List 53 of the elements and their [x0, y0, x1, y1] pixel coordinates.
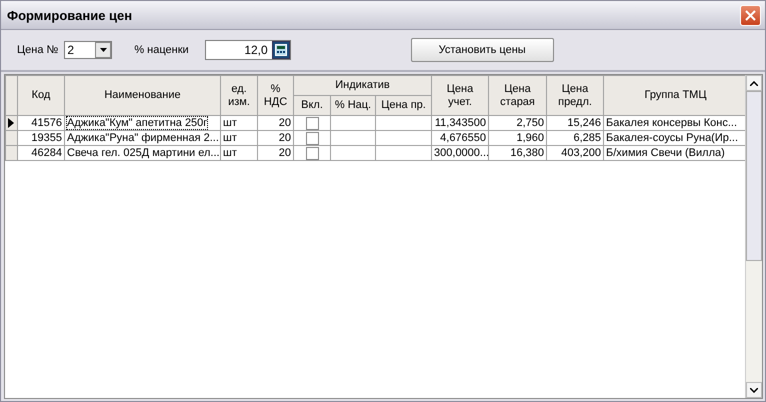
calculator-icon [274, 44, 287, 56]
row-indicator[interactable] [6, 116, 18, 130]
markup-label: % наценки [134, 44, 189, 56]
column-header[interactable]: Код [18, 76, 64, 116]
calculator-button[interactable] [272, 41, 290, 59]
column-header[interactable]: Вкл. [294, 96, 330, 116]
row-pointer-icon [6, 117, 16, 129]
column-header[interactable]: Цена учет. [432, 76, 489, 116]
close-button[interactable] [740, 4, 761, 26]
column-header[interactable]: ед. изм. [220, 76, 258, 116]
column-header[interactable]: Наименование [64, 76, 220, 116]
table-cell: 41576 [18, 116, 64, 130]
scroll-up-button[interactable] [746, 75, 762, 91]
column-header[interactable]: Группа ТМЦ [604, 76, 745, 116]
table-cell: 20 [258, 146, 294, 160]
table-cell: Аджика"Кум" апетитна 250г [64, 116, 220, 130]
dropdown-button[interactable] [95, 42, 112, 58]
table-cell: 19355 [18, 130, 64, 146]
table-cell: шт [220, 130, 258, 146]
table-cell: 403,200 [546, 146, 604, 160]
scroll-thumb[interactable] [746, 91, 762, 261]
price-number-dropdown[interactable]: 2 [64, 41, 112, 59]
checkbox[interactable] [306, 146, 318, 160]
close-icon [745, 10, 756, 20]
set-prices-button[interactable]: Установить цены [410, 38, 554, 62]
column-header[interactable]: Цена предл. [546, 76, 604, 116]
markup-field[interactable]: 12,0 [204, 40, 291, 60]
table-cell: 1,960 [488, 130, 547, 146]
table-cell: 20 [258, 130, 294, 146]
table-cell: 6,285 [546, 130, 604, 146]
checkbox[interactable] [306, 116, 318, 130]
table-cell: Свеча гел. 025Д мартини ел... [64, 146, 220, 160]
column-header[interactable]: % Нац. [330, 96, 376, 116]
caret-icon [100, 48, 107, 52]
column-header[interactable]: Цена пр. [376, 96, 432, 116]
table-cell: 2,750 [488, 116, 547, 130]
table-cell: 20 [258, 116, 294, 130]
column-header[interactable]: % НДС [258, 76, 294, 116]
vertical-scrollbar[interactable] [745, 75, 762, 398]
table-cell: шт [220, 116, 258, 130]
table-cell: шт [220, 146, 258, 160]
scroll-down-button[interactable] [746, 382, 762, 398]
table-cell: 16,380 [488, 146, 547, 160]
table-cell: 46284 [18, 146, 64, 160]
window-title: Формирование цен [7, 8, 132, 22]
column-header[interactable]: Цена старая [488, 76, 547, 116]
table-cell: 15,246 [546, 116, 604, 130]
table-cell: 11,343500 [432, 116, 489, 130]
checkbox[interactable] [306, 132, 318, 144]
table-cell: Аджика"Руна" фирменная 2... [64, 130, 220, 146]
column-group-header: Индикатив [294, 76, 432, 96]
price-label: Цена № [17, 44, 58, 56]
table-cell: 4,676550 [432, 130, 489, 146]
